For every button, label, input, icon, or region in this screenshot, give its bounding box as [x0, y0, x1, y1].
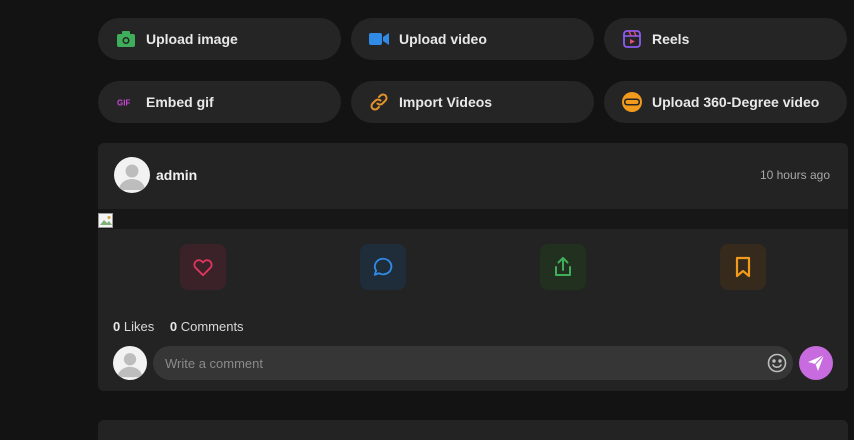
post-stats: 0 Likes 0 Comments — [113, 319, 244, 334]
share-button[interactable] — [540, 244, 586, 290]
bookmark-icon — [734, 256, 752, 278]
next-post-card — [98, 420, 848, 440]
send-comment-button[interactable] — [799, 346, 833, 380]
post-media — [98, 209, 848, 229]
upload-360-video-label: Upload 360-Degree video — [652, 94, 820, 110]
upload-video-label: Upload video — [399, 31, 487, 47]
save-button[interactable] — [720, 244, 766, 290]
upload-image-label: Upload image — [146, 31, 238, 47]
upload-360-video-button[interactable]: Upload 360-Degree video — [604, 81, 847, 123]
link-icon — [368, 91, 390, 113]
share-icon — [553, 256, 573, 278]
avatar[interactable] — [114, 157, 150, 193]
reels-button[interactable]: Reels — [604, 18, 847, 60]
comment-row — [98, 345, 848, 381]
reels-icon — [621, 28, 643, 50]
comment-button[interactable] — [360, 244, 406, 290]
post-card: admin 10 hours ago 0 Likes 0 Comments — [98, 143, 848, 391]
comment-input[interactable] — [153, 346, 793, 380]
embed-gif-label: Embed gif — [146, 94, 214, 110]
send-icon — [807, 354, 825, 372]
likes-count-value: 0 — [113, 319, 121, 334]
likes-count[interactable]: 0 Likes — [113, 319, 154, 334]
video-camera-icon — [368, 28, 390, 50]
comments-count[interactable]: 0 Comments — [170, 319, 244, 334]
svg-text:GIF: GIF — [117, 99, 130, 108]
comment-bubble-icon — [372, 256, 394, 278]
vr-headset-icon — [621, 91, 643, 113]
broken-image-icon — [98, 213, 114, 229]
like-button[interactable] — [180, 244, 226, 290]
comments-count-value: 0 — [169, 319, 178, 334]
camera-icon — [115, 28, 137, 50]
likes-count-label: Likes — [123, 319, 155, 334]
smiley-icon[interactable] — [767, 353, 787, 373]
heart-icon — [192, 257, 214, 277]
import-videos-button[interactable]: Import Videos — [351, 81, 594, 123]
reels-label: Reels — [652, 31, 690, 47]
comments-count-label: Comments — [180, 319, 244, 334]
import-videos-label: Import Videos — [399, 94, 493, 110]
upload-image-button[interactable]: Upload image — [98, 18, 341, 60]
upload-video-button[interactable]: Upload video — [351, 18, 594, 60]
embed-gif-button[interactable]: GIF Embed gif — [98, 81, 341, 123]
commenter-avatar — [113, 346, 147, 380]
gif-icon: GIF — [115, 91, 137, 113]
post-author[interactable]: admin — [156, 167, 197, 183]
post-header: admin 10 hours ago — [98, 143, 848, 209]
post-timestamp: 10 hours ago — [759, 168, 830, 182]
